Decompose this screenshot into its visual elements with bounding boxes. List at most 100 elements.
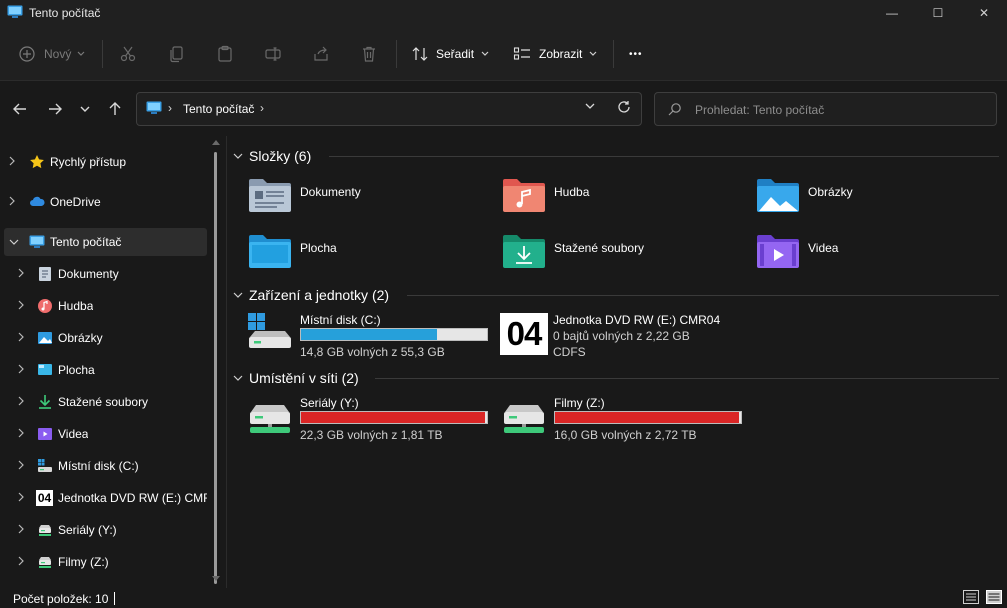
- sidebar-item-onedrive[interactable]: OneDrive: [0, 188, 207, 216]
- drive-filesystem: CDFS: [553, 345, 586, 359]
- paste-button[interactable]: [216, 38, 234, 70]
- copy-button[interactable]: [168, 38, 186, 70]
- pictures-icon: [38, 332, 52, 344]
- chevron-right-icon[interactable]: [18, 396, 28, 409]
- recent-locations-button[interactable]: [74, 98, 96, 120]
- more-icon: •••: [629, 48, 643, 60]
- scroll-down-arrow[interactable]: [210, 574, 222, 586]
- title-bar: Tento počítač — ☐ ✕: [0, 0, 1007, 26]
- drive-network-z[interactable]: Filmy (Z:) 16,0 GB volných z 2,72 TB: [502, 396, 752, 452]
- share-button[interactable]: [312, 38, 330, 70]
- folder-label: Plocha: [300, 241, 337, 255]
- breadcrumb-this-pc[interactable]: Tento počítač: [183, 102, 254, 116]
- chevron-right-icon[interactable]: [18, 556, 28, 569]
- section-title: Zařízení a jednotky (2): [249, 287, 390, 303]
- desktop-icon: [38, 364, 52, 375]
- more-options-button[interactable]: •••: [629, 38, 643, 70]
- sidebar-item-downloads[interactable]: Stažené soubory: [0, 388, 207, 416]
- search-input[interactable]: [695, 101, 985, 119]
- up-button[interactable]: [104, 98, 126, 120]
- address-history-button[interactable]: [585, 101, 595, 113]
- sidebar-item-label: Plocha: [58, 363, 95, 377]
- chevron-right-icon[interactable]: [18, 460, 28, 473]
- sidebar-scrollbar[interactable]: [210, 136, 222, 588]
- sidebar-item-label: Videa: [58, 427, 89, 441]
- folder-desktop[interactable]: Plocha: [248, 233, 488, 277]
- sidebar-item-desktop[interactable]: Plocha: [0, 356, 207, 384]
- sidebar-item-series-y[interactable]: Seriály (Y:): [0, 516, 207, 544]
- folder-videos[interactable]: Videa: [756, 233, 996, 277]
- drive-dvd-e[interactable]: 04 Jednotka DVD RW (E:) CMR04 0 bajtů vo…: [500, 313, 750, 369]
- breadcrumb-separator[interactable]: ›: [168, 101, 172, 115]
- folder-documents[interactable]: Dokumenty: [248, 177, 488, 221]
- drive-usage-bar: [300, 411, 488, 424]
- drive-free-space: 0 bajtů volných z 2,22 GB: [553, 329, 690, 343]
- chevron-right-icon[interactable]: [9, 196, 19, 209]
- copy-icon: [170, 46, 183, 63]
- music-folder-icon: [503, 179, 545, 212]
- chevron-right-icon[interactable]: [18, 428, 28, 441]
- sidebar-item-local-disk-c[interactable]: Místní disk (C:): [0, 452, 207, 480]
- network-drive-icon: [504, 405, 544, 433]
- delete-button[interactable]: [360, 38, 378, 70]
- sort-button[interactable]: Seřadit: [411, 38, 489, 70]
- scroll-up-arrow[interactable]: [210, 138, 222, 150]
- chevron-down-icon[interactable]: [233, 290, 243, 301]
- drive-usage-bar: [300, 328, 488, 341]
- forward-button[interactable]: [44, 98, 66, 120]
- chevron-right-icon[interactable]: [18, 492, 28, 505]
- folder-pictures[interactable]: Obrázky: [756, 177, 996, 221]
- status-separator: [114, 592, 115, 605]
- drive-network-y[interactable]: Seriály (Y:) 22,3 GB volných z 1,81 TB: [248, 396, 498, 452]
- cut-button[interactable]: [119, 38, 137, 70]
- tiles-view-icon[interactable]: [986, 590, 1002, 604]
- address-bar[interactable]: › Tento počítač ›: [136, 92, 642, 126]
- search-box[interactable]: [654, 92, 997, 126]
- minimize-button[interactable]: —: [869, 0, 915, 26]
- section-divider: [375, 378, 999, 379]
- sidebar-item-this-pc[interactable]: Tento počítač: [4, 228, 207, 256]
- computer-icon: [29, 235, 45, 248]
- window-title: Tento počítač: [29, 6, 101, 20]
- refresh-button[interactable]: [617, 100, 631, 117]
- chevron-right-icon[interactable]: [18, 300, 28, 313]
- section-network-header[interactable]: Umístění v síti (2): [227, 368, 1003, 388]
- sidebar-item-videos[interactable]: Videa: [0, 420, 207, 448]
- chevron-down-icon[interactable]: [233, 373, 243, 384]
- chevron-right-icon[interactable]: [18, 364, 28, 377]
- new-button[interactable]: Nový: [18, 38, 85, 70]
- chevron-right-icon[interactable]: [18, 524, 28, 537]
- maximize-button[interactable]: ☐: [915, 0, 961, 26]
- back-button[interactable]: [9, 98, 31, 120]
- scroll-thumb[interactable]: [214, 152, 217, 584]
- downloads-folder-icon: [503, 235, 545, 268]
- chevron-down-icon[interactable]: [9, 237, 19, 248]
- sidebar-item-quick-access[interactable]: Rychlý přístup: [0, 148, 207, 176]
- sidebar-item-music[interactable]: Hudba: [0, 292, 207, 320]
- breadcrumb-separator[interactable]: ›: [260, 101, 264, 115]
- chevron-down-icon: [481, 51, 489, 56]
- chevron-right-icon[interactable]: [18, 268, 28, 281]
- rename-button[interactable]: [264, 38, 282, 70]
- details-view-icon[interactable]: [963, 590, 979, 604]
- folder-music[interactable]: Hudba: [502, 177, 742, 221]
- folder-label: Dokumenty: [300, 185, 361, 199]
- folder-downloads[interactable]: Stažené soubory: [502, 233, 742, 277]
- sidebar-item-dvd-drive[interactable]: 04 Jednotka DVD RW (E:) CMR0: [0, 484, 207, 512]
- chevron-right-icon[interactable]: [9, 156, 19, 169]
- sidebar-item-movies-z[interactable]: Filmy (Z:): [0, 548, 207, 576]
- drive-local-c[interactable]: Místní disk (C:) 14,8 GB volných z 55,3 …: [248, 313, 498, 369]
- section-folders-header[interactable]: Složky (6): [227, 146, 1003, 166]
- view-label: Zobrazit: [539, 47, 583, 61]
- sidebar-item-documents[interactable]: Dokumenty: [0, 260, 207, 288]
- maximize-icon: ☐: [932, 6, 944, 20]
- chevron-right-icon[interactable]: [18, 332, 28, 345]
- view-button[interactable]: Zobrazit: [513, 38, 597, 70]
- content-pane: Složky (6) Dokumenty Hudba Obrázky Ploch…: [227, 136, 1007, 588]
- close-button[interactable]: ✕: [961, 0, 1007, 26]
- chevron-down-icon[interactable]: [233, 151, 243, 162]
- sidebar-item-pictures[interactable]: Obrázky: [0, 324, 207, 352]
- minimize-icon: —: [886, 6, 898, 20]
- section-devices-header[interactable]: Zařízení a jednotky (2): [227, 285, 1003, 305]
- folder-label: Videa: [808, 241, 839, 255]
